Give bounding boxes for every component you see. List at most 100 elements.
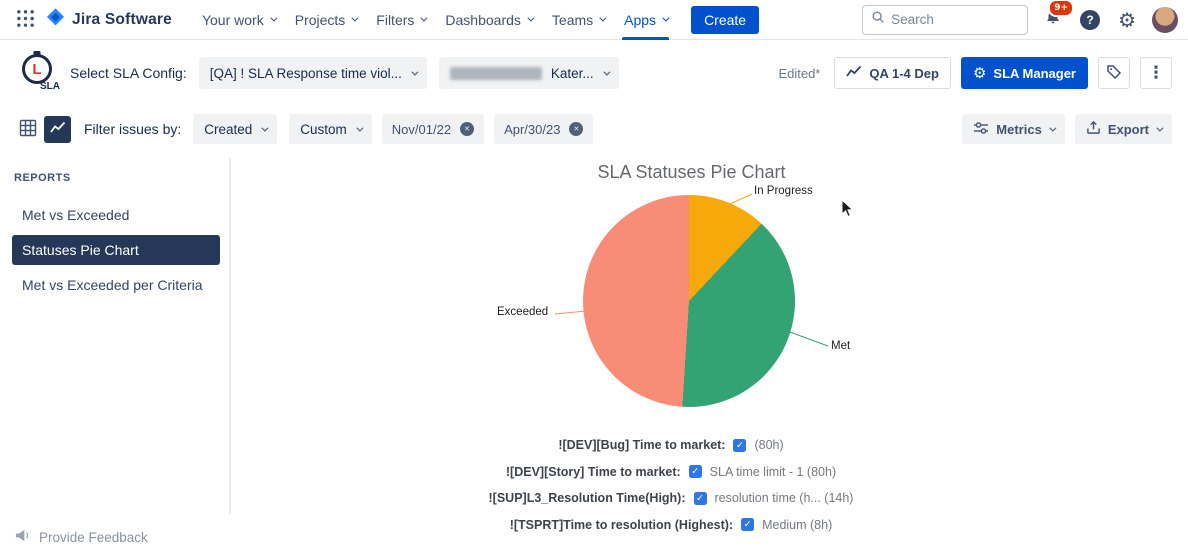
date-from-chip: Nov/01/22 [382, 114, 484, 144]
nav-item-projects[interactable]: Projects [285, 0, 367, 40]
search-box [862, 5, 1028, 35]
kebab-menu-icon [1148, 63, 1165, 83]
line-chart-icon [846, 65, 862, 82]
criteria-row: ![SUP]L3_Resolution Time(High): resoluti… [231, 485, 1111, 512]
sidebar-item-met-vs-exceeded-per-criteria[interactable]: Met vs Exceeded per Criteria [12, 270, 220, 300]
nav-item-teams[interactable]: Teams [542, 0, 614, 40]
stopwatch-icon: L [22, 54, 52, 84]
sla-manager-button[interactable]: SLA Manager [961, 57, 1088, 89]
chevron-down-icon [270, 15, 277, 22]
gear-icon [1118, 10, 1136, 30]
nav-label: Teams [552, 12, 593, 28]
criteria-row: ![DEV][Story] Time to market: SLA time l… [231, 459, 1111, 486]
criteria-row: ![DEV][Bug] Time to market: (80h) [231, 432, 1111, 459]
sidebar-item-met-vs-exceeded[interactable]: Met vs Exceeded [12, 200, 220, 230]
search-input[interactable] [891, 12, 1019, 27]
metrics-button[interactable]: Metrics [962, 114, 1065, 144]
qa-dep-dashboard-button[interactable]: QA 1-4 Dep [834, 57, 951, 89]
criteria-checkbox[interactable] [733, 439, 746, 452]
chart-view-toggle[interactable] [44, 116, 71, 143]
chevron-down-icon [352, 15, 359, 22]
criteria-checkbox[interactable] [689, 465, 702, 478]
chevron-down-icon [662, 15, 669, 22]
chevron-down-icon [1049, 124, 1056, 131]
chevron-down-icon [600, 15, 607, 22]
criteria-label: ![SUP]L3_Resolution Time(High): [489, 491, 686, 505]
app-switcher-button[interactable] [12, 5, 39, 35]
tag-button[interactable] [1098, 57, 1130, 89]
notifications-badge: 9+ [1048, 0, 1074, 17]
sla-config-select-value: [QA] ! SLA Response time viol... [210, 66, 402, 81]
filter-field-value: Created [204, 122, 252, 137]
question-mark-icon [1080, 10, 1100, 30]
nav-item-dashboards[interactable]: Dashboards [435, 0, 542, 40]
table-view-toggle[interactable] [14, 116, 41, 143]
export-icon [1086, 120, 1101, 138]
remove-date-from-button[interactable] [460, 122, 474, 136]
sla-owner-select[interactable]: Kater... [439, 57, 619, 89]
chevron-down-icon [262, 124, 269, 131]
filter-range-select[interactable]: Custom [289, 114, 372, 144]
filter-bar: Filter issues by: Created Custom Nov/01/… [0, 106, 1188, 152]
sidebar-item-statuses-pie-chart[interactable]: Statuses Pie Chart [12, 235, 220, 265]
feedback-label: Provide Feedback [39, 530, 148, 545]
settings-button[interactable] [1114, 6, 1140, 34]
remove-date-to-button[interactable] [569, 122, 583, 136]
metrics-button-label: Metrics [996, 122, 1042, 137]
jira-sla-page: Jira Software Your work Projects Filters… [0, 0, 1188, 558]
export-button[interactable]: Export [1075, 114, 1172, 144]
nav-label: Projects [295, 12, 346, 28]
nav-label: Dashboards [445, 12, 521, 28]
nav-item-apps[interactable]: Apps [614, 0, 677, 40]
date-from-value: Nov/01/22 [392, 122, 451, 137]
filter-field-select[interactable]: Created [193, 114, 277, 144]
export-button-label: Export [1108, 122, 1149, 137]
user-avatar[interactable] [1152, 7, 1178, 33]
jira-logo-icon [45, 7, 66, 33]
sla-criteria-list: ![DEV][Bug] Time to market: (80h) ![DEV]… [231, 432, 1111, 538]
criteria-value: SLA time limit - 1 (80h) [710, 465, 836, 479]
criteria-value: resolution time (h... (14h) [715, 491, 854, 505]
more-options-button[interactable] [1140, 57, 1172, 89]
qa-dep-button-label: QA 1-4 Dep [869, 66, 939, 81]
pie-chart[interactable] [583, 195, 795, 407]
create-button[interactable]: Create [691, 6, 759, 34]
sliders-icon [973, 121, 989, 138]
sla-config-select[interactable]: [QA] ! SLA Response time viol... [199, 57, 427, 89]
top-navigation-bar: Jira Software Your work Projects Filters… [0, 0, 1188, 40]
reports-sidebar: REPORTS Met vs Exceeded Statuses Pie Cha… [0, 152, 231, 558]
chevron-down-icon [356, 124, 363, 131]
search-icon [871, 10, 885, 29]
date-to-value: Apr/30/23 [504, 122, 560, 137]
main-navigation: Your work Projects Filters Dashboards Te… [192, 0, 677, 40]
chevron-down-icon [603, 68, 610, 75]
chevron-down-icon [527, 15, 534, 22]
nav-label: Filters [376, 12, 414, 28]
app-grid-icon [16, 9, 35, 31]
chart-icon [50, 121, 66, 138]
sla-manager-button-label: SLA Manager [993, 66, 1076, 81]
chevron-down-icon [421, 15, 428, 22]
criteria-value: Medium (8h) [762, 518, 832, 532]
criteria-label: ![DEV][Bug] Time to market: [558, 438, 725, 452]
criteria-checkbox[interactable] [741, 518, 754, 531]
date-to-chip: Apr/30/23 [494, 114, 593, 144]
sla-config-bar: L SLA Select SLA Config: [QA] ! SLA Resp… [0, 40, 1188, 106]
jira-home-link[interactable]: Jira Software [45, 7, 172, 33]
criteria-checkbox[interactable] [694, 492, 707, 505]
nav-item-your-work[interactable]: Your work [192, 0, 285, 40]
chevron-down-icon [1156, 124, 1163, 131]
table-icon [19, 119, 37, 140]
nav-label: Your work [202, 12, 264, 28]
nav-item-filters[interactable]: Filters [366, 0, 435, 40]
notifications-button[interactable]: 9+ [1040, 5, 1066, 34]
slice-label-in-progress: In Progress [754, 185, 813, 197]
provide-feedback-link[interactable]: Provide Feedback [14, 528, 148, 546]
chevron-down-icon [411, 68, 418, 75]
help-button[interactable] [1076, 6, 1104, 34]
megaphone-icon [14, 528, 31, 546]
brand-name: Jira Software [72, 11, 172, 29]
gear-icon [973, 66, 986, 81]
nav-label: Apps [624, 12, 656, 28]
tag-icon [1106, 64, 1122, 83]
